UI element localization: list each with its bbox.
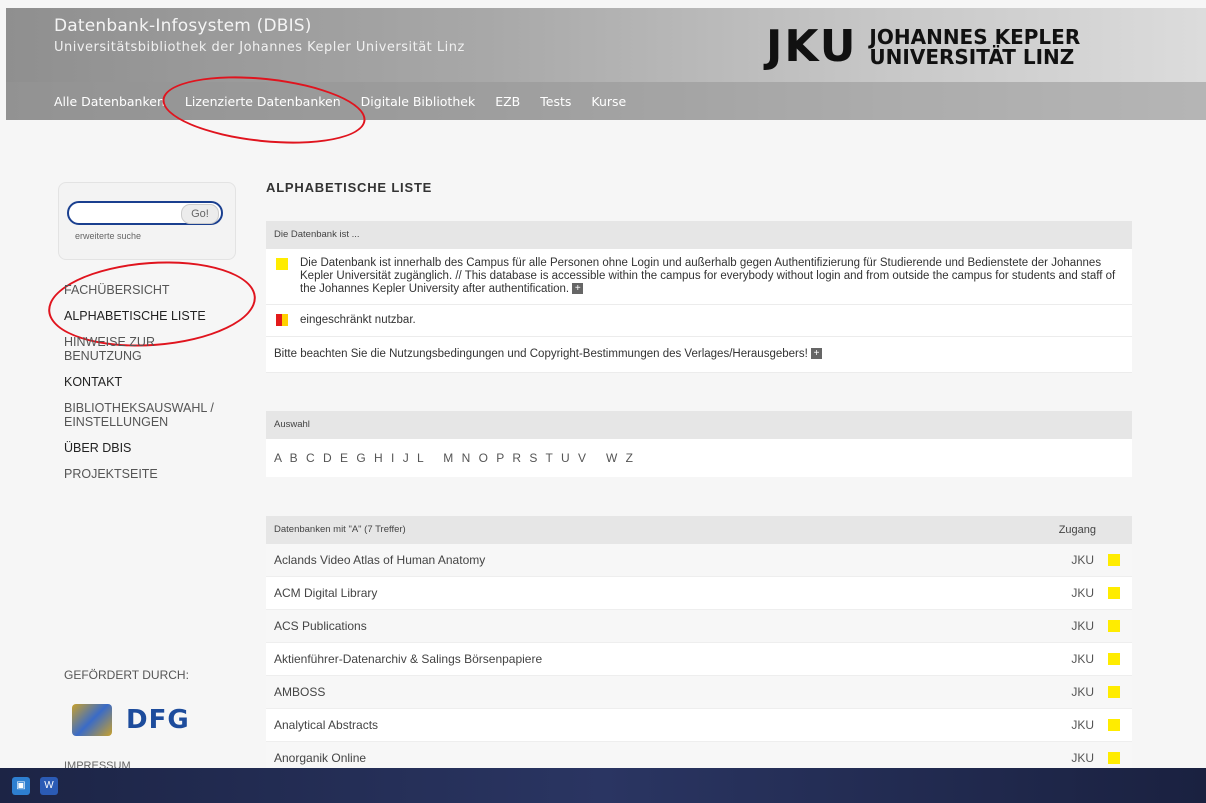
- sidebar-item-bibliotheksauswahl[interactable]: BIBLIOTHEKSAUSWAHL / EINSTELLUNGEN: [64, 401, 234, 429]
- legend-free-text: Die Datenbank ist innerhalb des Campus f…: [300, 257, 1116, 295]
- expand-plus-icon[interactable]: +: [811, 348, 823, 360]
- database-name[interactable]: Aktienführer-Datenarchiv & Salings Börse…: [274, 652, 542, 666]
- bavarian-crest-icon[interactable]: [72, 704, 112, 736]
- access-label: JKU: [1071, 652, 1094, 666]
- search-input[interactable]: [75, 205, 189, 223]
- database-name[interactable]: Anorganik Online: [274, 751, 366, 765]
- database-name[interactable]: ACM Digital Library: [274, 586, 377, 600]
- windows-app-icon[interactable]: ▣: [12, 777, 30, 795]
- search-box: Go! erweiterte suche: [58, 182, 236, 260]
- advanced-search-link[interactable]: erweiterte suche: [75, 231, 141, 241]
- restricted-access-icon: [276, 314, 288, 326]
- nav-alle-datenbanken[interactable]: Alle Datenbanken: [54, 94, 165, 109]
- sidebar-item-hinweise[interactable]: HINWEISE ZUR BENUTZUNG: [64, 335, 184, 363]
- free-access-icon: [1108, 686, 1120, 698]
- nav-kurse[interactable]: Kurse: [591, 94, 626, 109]
- jku-logo-mark: JKU: [766, 21, 858, 72]
- sidebar-menu: FACHÜBERSICHT ALPHABETISCHE LISTE HINWEI…: [64, 283, 254, 493]
- main-nav: Alle Datenbanken Lizenzierte Datenbanken…: [6, 82, 1206, 120]
- database-name[interactable]: AMBOSS: [274, 685, 325, 699]
- nav-lizenzierte-datenbanken[interactable]: Lizenzierte Datenbanken: [185, 94, 341, 109]
- jku-logo-line2: UNIVERSITÄT LINZ: [869, 45, 1075, 69]
- legend-terms-text: Bitte beachten Sie die Nutzungsbedingung…: [274, 348, 808, 360]
- legend-restricted-text: eingeschränkt nutzbar.: [300, 314, 416, 326]
- funders-logos: DFG: [72, 704, 190, 736]
- database-name[interactable]: Aclands Video Atlas of Human Anatomy: [274, 553, 485, 567]
- access-label: JKU: [1071, 553, 1094, 567]
- jku-logo-text: JOHANNES KEPLER UNIVERSITÄT LINZ: [869, 27, 1080, 67]
- site-header: Datenbank-Infosystem (DBIS) Universitäts…: [6, 8, 1206, 120]
- letter-selector[interactable]: A B C D E G H I J L M N O P R S T U V W …: [266, 439, 1132, 477]
- legend-row-free: Die Datenbank ist innerhalb des Campus f…: [266, 249, 1132, 305]
- legend-block: Die Datenbank ist ... Die Datenbank ist …: [266, 221, 1132, 373]
- dfg-logo[interactable]: DFG: [126, 705, 190, 735]
- results-list: Aclands Video Atlas of Human Anatomy JKU…: [266, 544, 1132, 775]
- free-access-icon: [1108, 587, 1120, 599]
- access-label: JKU: [1071, 718, 1094, 732]
- results-count-label: Datenbanken mit "A" (7 Treffer): [274, 524, 406, 535]
- legend-header: Die Datenbank ist ...: [266, 221, 1132, 249]
- free-access-icon: [1108, 752, 1120, 764]
- word-icon[interactable]: W: [40, 777, 58, 795]
- jku-logo-line1: JOHANNES KEPLER: [869, 25, 1081, 49]
- free-access-icon: [1108, 620, 1120, 632]
- selection-block: Auswahl A B C D E G H I J L M N O P R S …: [266, 411, 1132, 477]
- free-access-icon: [1108, 719, 1120, 731]
- nav-digitale-bibliothek[interactable]: Digitale Bibliothek: [361, 94, 476, 109]
- results-block: Datenbanken mit "A" (7 Treffer) Zugang A…: [266, 516, 1132, 775]
- nav-tests[interactable]: Tests: [540, 94, 571, 109]
- database-name[interactable]: ACS Publications: [274, 619, 367, 633]
- legend-row-restricted: eingeschränkt nutzbar.: [266, 305, 1132, 337]
- jku-logo[interactable]: JKU JOHANNES KEPLER UNIVERSITÄT LINZ: [766, 22, 1080, 72]
- access-label: JKU: [1071, 685, 1094, 699]
- table-row[interactable]: ACM Digital Library JKU: [266, 577, 1132, 610]
- sidebar-item-alphabetische-liste[interactable]: ALPHABETISCHE LISTE: [64, 309, 254, 323]
- free-access-icon: [1108, 653, 1120, 665]
- sidebar-item-fachuebersicht[interactable]: FACHÜBERSICHT: [64, 283, 254, 297]
- free-access-icon: [1108, 554, 1120, 566]
- table-row[interactable]: Analytical Abstracts JKU: [266, 709, 1132, 742]
- expand-plus-icon[interactable]: +: [572, 283, 584, 295]
- os-taskbar: ▣ W: [0, 768, 1206, 803]
- go-button[interactable]: Go!: [181, 204, 219, 224]
- access-label: JKU: [1071, 586, 1094, 600]
- legend-row-terms: Bitte beachten Sie die Nutzungsbedingung…: [266, 337, 1132, 373]
- access-column-header: Zugang: [1058, 524, 1096, 536]
- site-subtitle: Universitätsbibliothek der Johannes Kepl…: [54, 40, 465, 55]
- table-row[interactable]: Aclands Video Atlas of Human Anatomy JKU: [266, 544, 1132, 577]
- funded-by-label: GEFÖRDERT DURCH:: [64, 668, 189, 682]
- site-title[interactable]: Datenbank-Infosystem (DBIS): [54, 16, 312, 36]
- sidebar-item-ueber-dbis[interactable]: ÜBER DBIS: [64, 441, 254, 455]
- access-label: JKU: [1071, 619, 1094, 633]
- nav-ezb[interactable]: EZB: [495, 94, 520, 109]
- page-title: ALPHABETISCHE LISTE: [266, 180, 433, 195]
- database-name[interactable]: Analytical Abstracts: [274, 718, 378, 732]
- sidebar-item-kontakt[interactable]: KONTAKT: [64, 375, 254, 389]
- table-row[interactable]: ACS Publications JKU: [266, 610, 1132, 643]
- table-row[interactable]: Aktienführer-Datenarchiv & Salings Börse…: [266, 643, 1132, 676]
- sidebar-item-projektseite[interactable]: PROJEKTSEITE: [64, 467, 254, 481]
- free-access-icon: [276, 258, 288, 270]
- selection-header: Auswahl: [266, 411, 1132, 439]
- search-input-wrap: Go!: [67, 201, 223, 225]
- results-header: Datenbanken mit "A" (7 Treffer) Zugang: [266, 516, 1132, 544]
- table-row[interactable]: AMBOSS JKU: [266, 676, 1132, 709]
